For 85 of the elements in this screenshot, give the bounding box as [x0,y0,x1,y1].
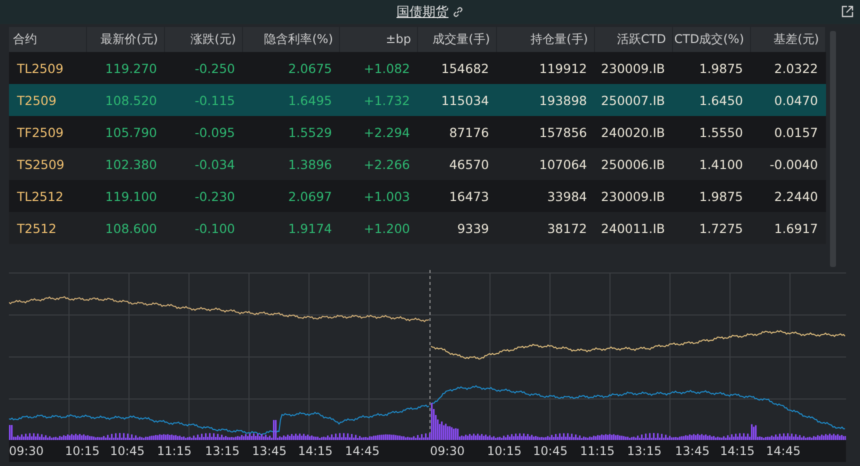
table-cell-text: 46570 [448,156,490,172]
time-label: 10:15 [65,444,101,458]
table-cell-text: 1.6495 [287,92,333,108]
table-cell-text: 2.0322 [773,60,819,76]
time-label: 14:15 [298,444,334,458]
time-label: 10:15 [487,444,523,458]
time-label: 13:15 [205,444,241,458]
table-cell-text: 240011.IB [600,220,666,236]
table-cell-text: 1.7275 [698,220,744,236]
table-cell-text: 38172 [546,220,588,236]
table-cell-text: +2.294 [362,124,411,140]
table-cell-text: -0.250 [194,60,236,76]
table-cell-text: 157856 [538,124,588,140]
time-label: 13:45 [675,444,711,458]
table-cell-text: -0.095 [194,124,236,140]
table-row[interactable]: T2512 108.600 -0.100 1.9174 +1.200 9339 38172 240011.IB 1.7275 1.6917 [9,212,826,244]
table-cell-text: -0.0040 [768,156,819,172]
expand-icon[interactable] [841,5,854,18]
table-cell-text: -0.115 [194,92,236,108]
table-cell-text: 0.0157 [773,124,819,140]
time-label: 10:45 [110,444,146,458]
time-label: 10:45 [533,444,569,458]
time-label: 09:30 [430,444,466,458]
table-cell-text: 16473 [448,188,490,204]
contract-name: TL2512 [16,188,64,204]
table-cell-text: +1.732 [362,92,411,108]
time-label: 09:30 [9,444,45,458]
table-cell-text: 250006.IB [600,156,666,172]
table-cell-text: 230009.IB [600,188,666,204]
table-cell-text: 115034 [440,92,490,108]
table-row[interactable]: T2509 108.520 -0.115 1.6495 +1.732 115034 193898 250007.IB 1.6450 0.0470 [9,84,826,116]
table-row[interactable]: TF2509 105.790 -0.095 1.5529 +2.294 87176 157856 240020.IB 1.5550 0.0157 [9,116,826,148]
contract-name: TL2509 [16,60,64,76]
panel-title[interactable]: 国债期货 [396,3,448,21]
table-cell-text: 1.9875 [698,188,744,204]
time-label: 13:45 [252,444,288,458]
time-label: 11:15 [157,444,193,458]
table-row[interactable]: TL2512 119.100 -0.230 2.0697 +1.003 16473 33984 230009.IB 1.9875 2.2440 [9,180,826,212]
contract-name: T2509 [16,92,58,108]
table-cell-text: 154682 [440,60,490,76]
table-cell-text: +1.082 [362,60,411,76]
table-cell-text: 1.6917 [773,220,819,236]
table-cell-text: 2.2440 [773,188,819,204]
table-cell-text: 1.9875 [698,60,744,76]
link-icon[interactable] [452,6,464,18]
table-cell-text: -0.230 [194,188,236,204]
table-cell-text: 33984 [546,188,588,204]
table-cell-text: +1.003 [362,188,411,204]
contract-name: T2512 [16,220,58,236]
time-label: 11:15 [580,444,616,458]
table-row[interactable]: TS2509 102.380 -0.034 1.3896 +2.266 46570 107064 250006.IB 1.4100 -0.0040 [9,148,826,180]
table-cell-text: 108.520 [104,92,158,108]
table-cell-text: 1.4100 [698,156,744,172]
table-cell-text: 230009.IB [600,60,666,76]
table-cell-text: 2.0675 [287,60,333,76]
table-cell-text: 1.9174 [287,220,333,236]
table-cell-text: 1.6450 [698,92,744,108]
table-cell-text: 108.600 [104,220,158,236]
table-cell-text: 119912 [538,60,588,76]
table-cell-text: 1.5529 [287,124,333,140]
time-label: 14:45 [766,444,802,458]
table-cell-text: 9339 [456,220,490,236]
table-cell-text: 102.380 [104,156,158,172]
table-cell-text: 2.0697 [287,188,333,204]
time-label: 14:15 [720,444,756,458]
contract-name: TF2509 [16,124,65,140]
table-cell-text: +2.266 [362,156,411,172]
table-cell-text: 119.100 [104,188,158,204]
time-label: 13:15 [627,444,663,458]
table-cell-text: 1.5550 [698,124,744,140]
table-cell-text: -0.034 [194,156,236,172]
table-cell-text: 105.790 [104,124,158,140]
table-cell-text: 193898 [538,92,588,108]
table-cell-text: 119.270 [104,60,158,76]
table-cell-text: +1.200 [362,220,411,236]
table-cell-text: 87176 [448,124,490,140]
table-cell-text: 250007.IB [600,92,666,108]
table-cell-text: 1.3896 [287,156,333,172]
time-label: 14:45 [345,444,381,458]
table-cell-text: 240020.IB [600,124,666,140]
table-row[interactable]: TL2509 119.270 -0.250 2.0675 +1.082 154682 119912 230009.IB 1.9875 2.0322 [9,52,826,84]
table-cell-text: -0.100 [194,220,236,236]
contract-name: TS2509 [16,156,66,172]
table-cell-text: 0.0470 [773,92,819,108]
table-cell-text: 107064 [538,156,588,172]
